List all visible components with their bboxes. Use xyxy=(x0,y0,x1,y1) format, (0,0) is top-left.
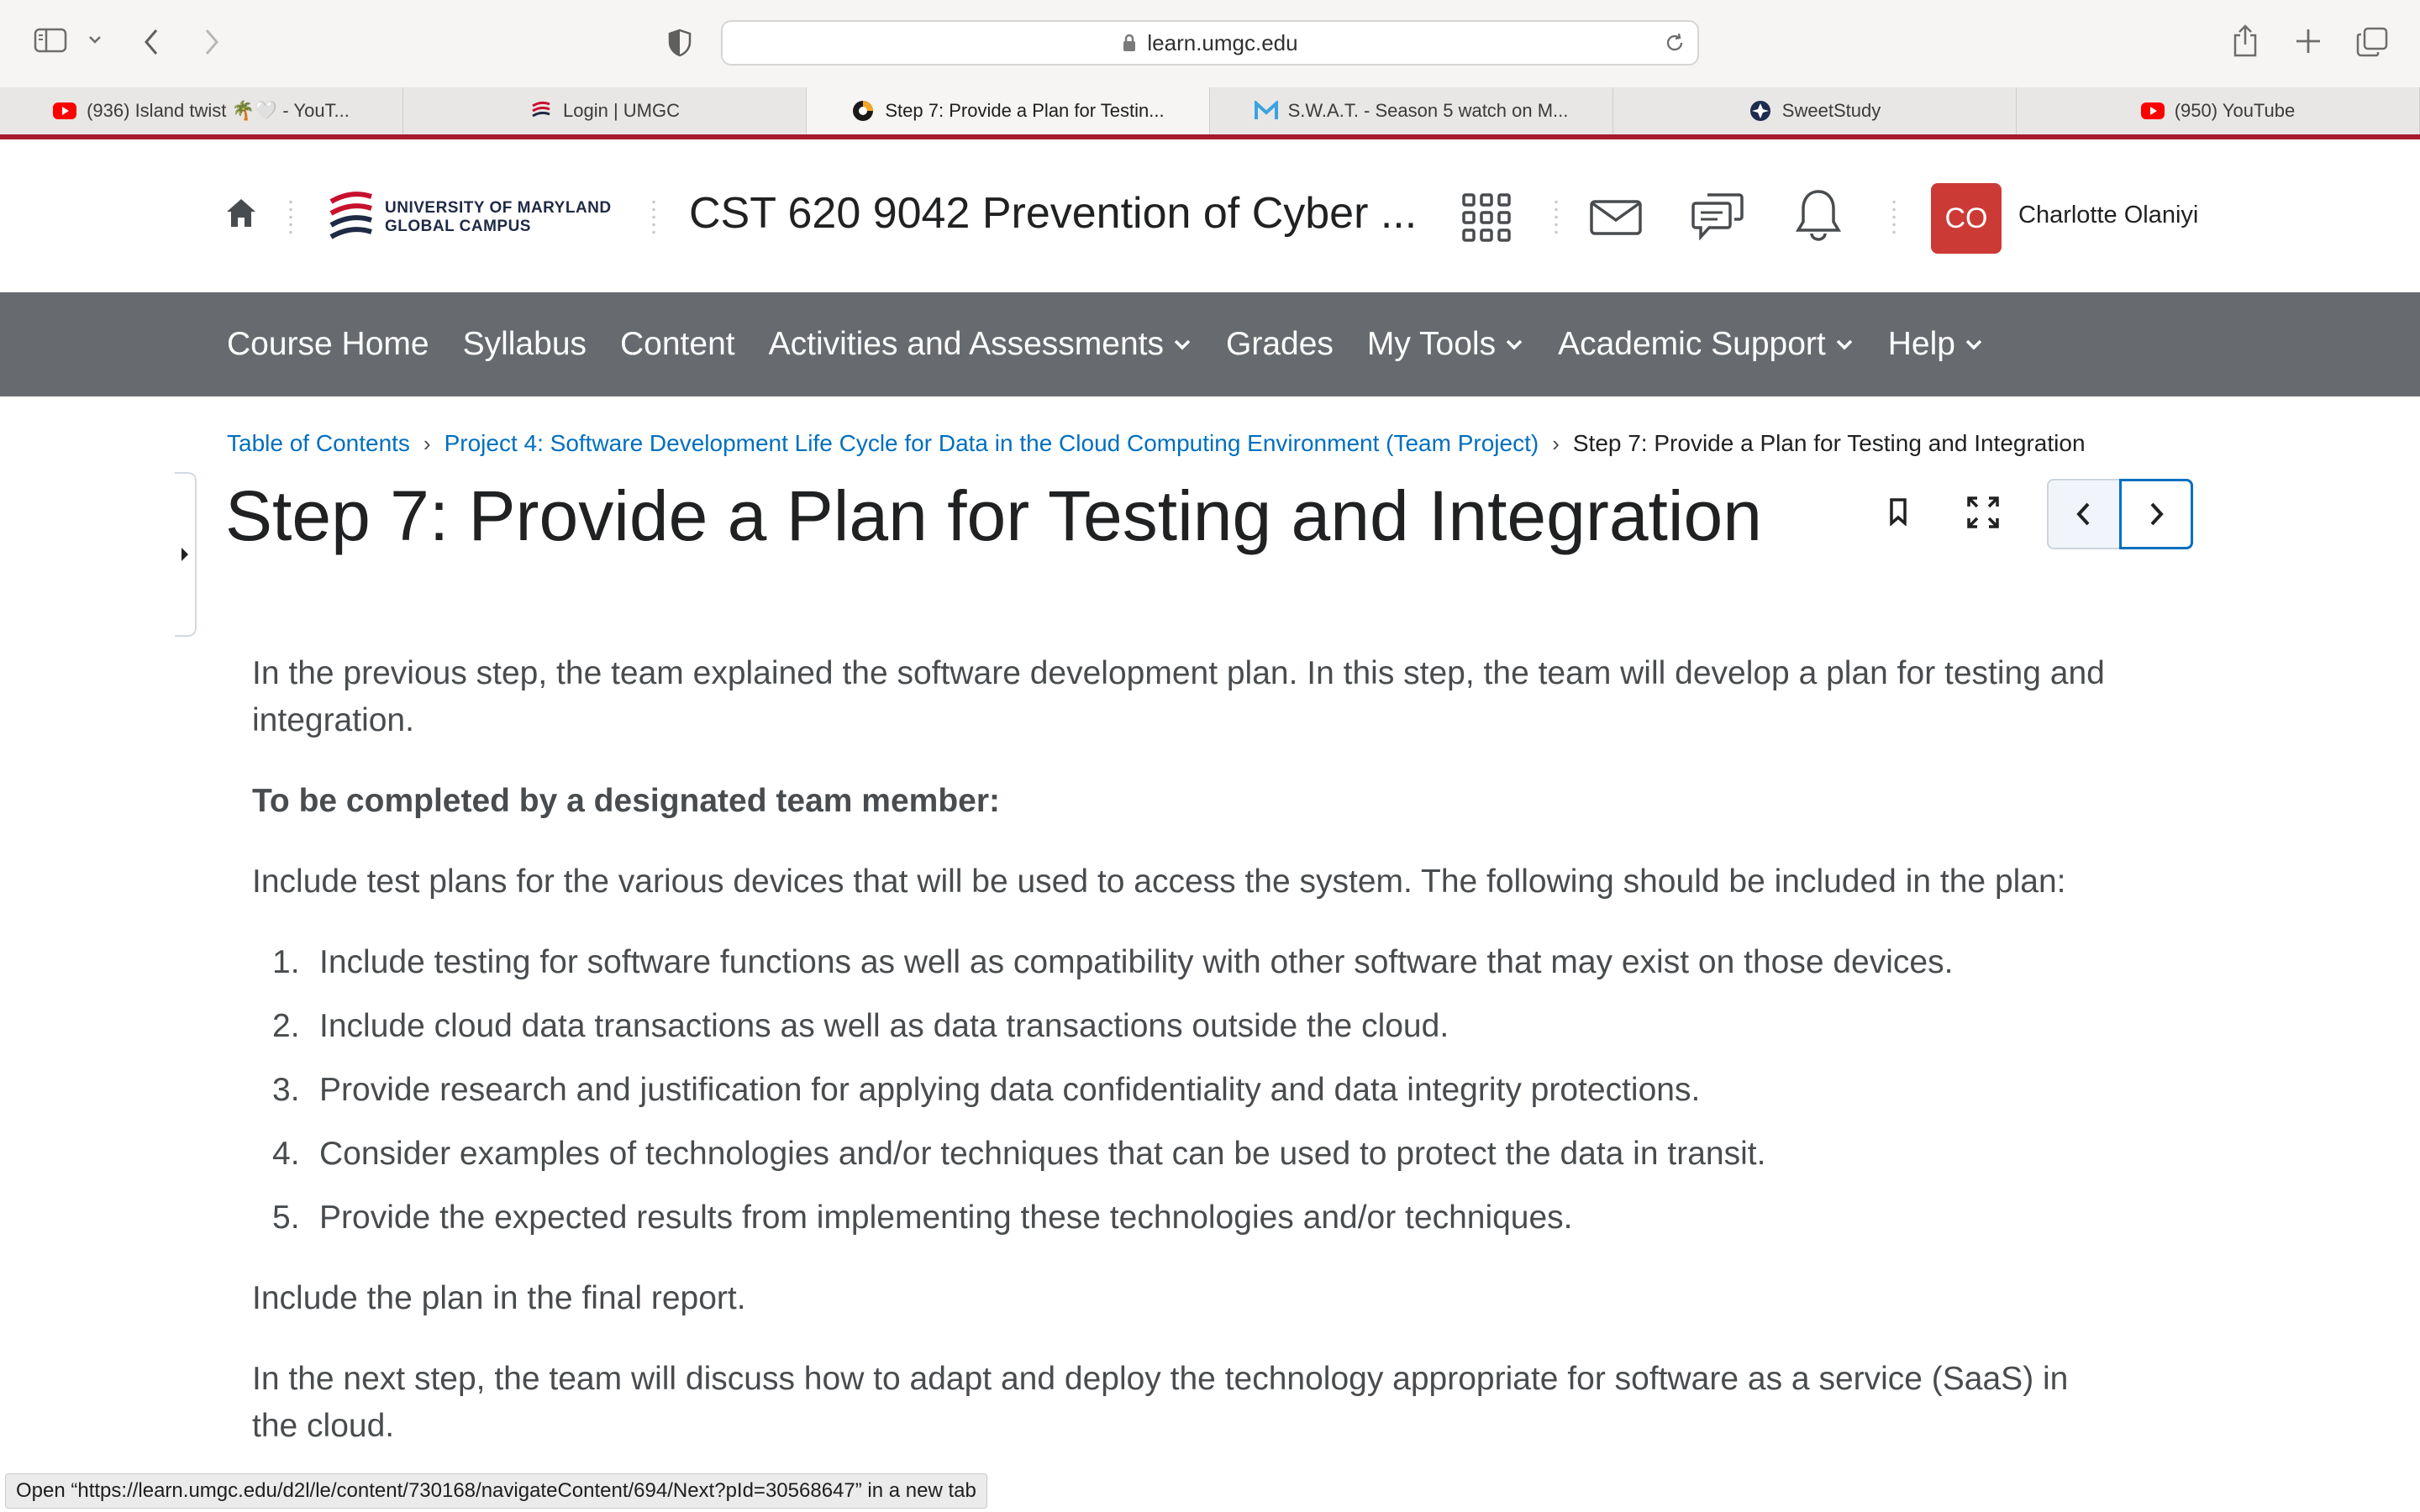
sweetstudy-icon xyxy=(1749,101,1772,121)
final-report-paragraph: Include the plan in the final report. xyxy=(252,1280,746,1316)
header-separator xyxy=(1555,198,1558,239)
privacy-shield-icon[interactable] xyxy=(667,29,692,57)
chevron-down-icon xyxy=(1834,338,1854,351)
notification-bell-icon[interactable] xyxy=(1795,188,1842,242)
university-logo-text[interactable]: UNIVERSITY OF MARYLAND GLOBAL CAMPUS xyxy=(385,199,612,236)
user-name[interactable]: Charlotte Olaniyi xyxy=(2018,202,2198,229)
nav-activities-and-assessments[interactable]: Activities and Assessments xyxy=(769,326,1192,363)
course-selector-grid-icon[interactable] xyxy=(1462,193,1511,242)
m-icon xyxy=(1254,101,1278,120)
chevron-down-icon[interactable] xyxy=(87,34,103,45)
browser-tab[interactable]: (950) YouTube xyxy=(2017,87,2420,134)
youtube-icon xyxy=(2140,102,2165,120)
nav-my-tools[interactable]: My Tools xyxy=(1367,326,1524,363)
sidebar-icon[interactable] xyxy=(34,27,67,54)
d2l-icon xyxy=(851,101,875,121)
chevron-down-icon xyxy=(1504,338,1524,351)
browser-tab[interactable]: SweetStudy xyxy=(1613,87,2017,134)
list-item: 3. Provide research and justification for… xyxy=(272,1072,1701,1108)
url-text: learn.umgc.edu xyxy=(1147,29,1298,55)
list-item: 5. Provide the expected results from impl… xyxy=(272,1200,1573,1236)
breadcrumb-project-4[interactable]: Project 4: Software Development Life Cyc… xyxy=(445,430,1539,457)
tab-strip: (936) Island twist 🌴🤍 - YouT... Login | … xyxy=(0,87,2420,135)
breadcrumb-chevron-icon: › xyxy=(1552,430,1560,456)
list-item: 4. Consider examples of technologies and/… xyxy=(272,1136,1766,1172)
mail-icon[interactable] xyxy=(1590,200,1642,235)
site-header: UNIVERSITY OF MARYLAND GLOBAL CAMPUS CST… xyxy=(0,139,2420,292)
avatar[interactable]: CO xyxy=(1931,183,2002,254)
designated-member-heading: To be completed by a designated team mem… xyxy=(252,783,1000,819)
tab-overview-icon[interactable] xyxy=(2356,27,2388,57)
course-title[interactable]: CST 620 9042 Prevention of Cyber ... xyxy=(689,188,1417,239)
nav-help[interactable]: Help xyxy=(1888,326,1984,363)
new-tab-plus-icon[interactable] xyxy=(2294,27,2323,55)
requirements-list: 1. Include testing for software functions… xyxy=(272,939,1953,1258)
header-separator xyxy=(1892,198,1896,239)
lock-icon xyxy=(1122,34,1137,52)
browser-tab-active[interactable]: Step 7: Provide a Plan for Testin... xyxy=(807,87,1210,134)
youtube-icon xyxy=(53,102,77,120)
caret-right-icon xyxy=(180,546,190,563)
fullscreen-icon[interactable] xyxy=(1966,496,2000,529)
chevron-down-icon xyxy=(1172,338,1192,351)
browser-tab[interactable]: S.W.A.T. - Season 5 watch on M... xyxy=(1210,87,1613,134)
toc-panel-toggle[interactable] xyxy=(175,472,197,637)
chevron-left-icon xyxy=(2075,501,2092,527)
nav-content[interactable]: Content xyxy=(620,326,735,363)
breadcrumb-chevron-icon: › xyxy=(423,430,431,456)
umgc-logo-icon xyxy=(529,101,553,120)
breadcrumb-current: Step 7: Provide a Plan for Testing and I… xyxy=(1572,430,2086,456)
previous-topic-button[interactable] xyxy=(2047,479,2121,549)
header-separator xyxy=(652,198,655,239)
course-navbar: Course Home Syllabus Content Activities … xyxy=(0,292,2420,396)
back-arrow-icon[interactable] xyxy=(141,27,161,57)
include-paragraph: Include test plans for the various devic… xyxy=(252,864,2066,900)
reload-icon[interactable] xyxy=(1664,32,1686,54)
link-status-bar: Open “https://learn.umgc.edu/d2l/le/cont… xyxy=(5,1473,987,1509)
bookmark-icon[interactable] xyxy=(1889,497,1907,526)
header-separator xyxy=(289,198,292,239)
breadcrumb: Table of Contents › Project 4: Software … xyxy=(227,428,2086,459)
chat-bubbles-icon[interactable] xyxy=(1691,192,1744,242)
browser-tab[interactable]: Login | UMGC xyxy=(403,87,807,134)
browser-toolbar: learn.umgc.edu xyxy=(0,0,2420,88)
list-item: 1. Include testing for software functions… xyxy=(272,944,1954,980)
browser-tab[interactable]: (936) Island twist 🌴🤍 - YouT... xyxy=(0,87,403,134)
home-icon[interactable] xyxy=(225,197,257,230)
address-bar[interactable]: learn.umgc.edu xyxy=(721,20,1699,66)
nav-course-home[interactable]: Course Home xyxy=(227,326,429,363)
next-step-paragraph: In the next step, the team will discuss … xyxy=(252,1361,2069,1444)
next-topic-button[interactable] xyxy=(2119,479,2193,549)
nav-syllabus[interactable]: Syllabus xyxy=(463,326,587,363)
intro-paragraph: In the previous step, the team explained… xyxy=(252,655,2105,738)
umgc-logo-icon[interactable] xyxy=(326,190,376,242)
chevron-down-icon xyxy=(1964,338,1984,351)
page-title: Step 7: Provide a Plan for Testing and I… xyxy=(225,476,1762,555)
list-item: 2. Include cloud data transactions as wel… xyxy=(272,1008,1449,1044)
chevron-right-icon xyxy=(2148,501,2165,527)
nav-grades[interactable]: Grades xyxy=(1226,326,1334,363)
breadcrumb-table-of-contents[interactable]: Table of Contents xyxy=(227,430,410,457)
share-icon[interactable] xyxy=(2232,24,2259,57)
nav-academic-support[interactable]: Academic Support xyxy=(1558,326,1854,363)
forward-arrow-icon[interactable] xyxy=(202,27,222,57)
